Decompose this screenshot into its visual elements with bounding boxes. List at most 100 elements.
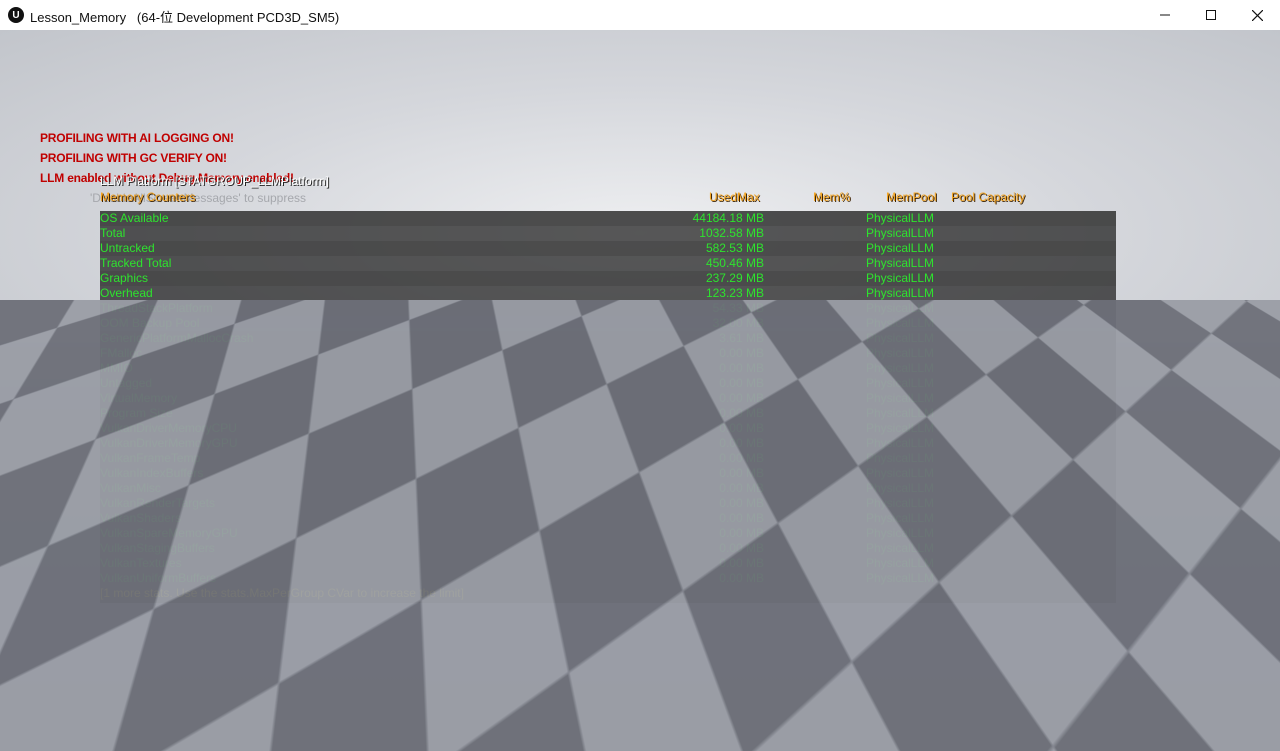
stat-row: VulkanIndexBuffers 0.00 MB PhysicalLLM — [100, 466, 1116, 481]
stat-name: GenericPlatformMallocCrash — [100, 331, 253, 346]
stat-mem-pool: PhysicalLLM — [866, 376, 934, 391]
stat-name: Program Size — [100, 406, 173, 421]
stat-row: OS Available 44184.18 MB PhysicalLLM — [100, 211, 1116, 226]
stat-name: VulkanTextures — [100, 556, 182, 571]
stat-mem-pool: PhysicalLLM — [866, 511, 934, 526]
stat-used-max: 44184.18 MB — [693, 211, 764, 226]
stat-row: FMalloc 0.00 MB PhysicalLLM — [100, 346, 1116, 361]
stat-row: Graphics 237.29 MB PhysicalLLM — [100, 271, 1116, 286]
window-title: Lesson_Memory (64-位 Development PCD3D_SM… — [30, 7, 339, 26]
header-pool-capacity: Pool Capacity — [951, 190, 1025, 204]
stat-name: FMalloc — [100, 346, 142, 361]
stat-mem-pool: PhysicalLLM — [866, 346, 934, 361]
stat-used-max: 0.00 MB — [719, 541, 764, 556]
stat-used-max: 0.00 MB — [719, 436, 764, 451]
stat-name: Overhead — [100, 286, 153, 301]
stat-mem-pool: PhysicalLLM — [866, 286, 934, 301]
stat-row: VulkanTextures 0.00 MB PhysicalLLM — [100, 556, 1116, 571]
stat-name: Untagged — [100, 376, 152, 391]
stat-row: Overhead 123.23 MB PhysicalLLM — [100, 286, 1116, 301]
stat-mem-pool: PhysicalLLM — [866, 256, 934, 271]
stat-name: VulkanDriverMemoryGPU — [100, 436, 238, 451]
stat-row: Tracked Total 450.46 MB PhysicalLLM — [100, 256, 1116, 271]
stat-mem-pool: PhysicalLLM — [866, 436, 934, 451]
minimize-icon — [1160, 10, 1170, 20]
stat-name: VulkanStagingBuffers — [100, 541, 215, 556]
stat-row: MMIO 0.00 MB PhysicalLLM — [100, 361, 1116, 376]
maximize-button[interactable] — [1188, 0, 1234, 30]
stat-row: VulkanShaders 0.00 MB PhysicalLLM — [100, 511, 1116, 526]
stat-row: Total 1032.58 MB PhysicalLLM — [100, 226, 1116, 241]
stat-mem-pool: PhysicalLLM — [866, 361, 934, 376]
stat-used-max: 0.00 MB — [719, 361, 764, 376]
stat-mem-pool: PhysicalLLM — [866, 241, 934, 256]
stat-used-max: 0.00 MB — [719, 376, 764, 391]
stat-mem-pool: PhysicalLLM — [866, 451, 934, 466]
stat-used-max: 582.53 MB — [706, 241, 764, 256]
stat-name: MMIO — [100, 361, 133, 376]
stat-used-max: 0.00 MB — [719, 466, 764, 481]
stat-mem-pool: PhysicalLLM — [866, 481, 934, 496]
stat-mem-pool: PhysicalLLM — [866, 301, 934, 316]
stat-used-max: 0.00 MB — [719, 511, 764, 526]
stat-used-max: 32.00 MB — [713, 316, 764, 331]
close-button[interactable] — [1234, 0, 1280, 30]
stat-row: VulkanUniformBuffers 0.00 MB PhysicalLLM — [100, 571, 1116, 586]
stat-mem-pool: PhysicalLLM — [866, 556, 934, 571]
close-icon — [1252, 10, 1263, 21]
stat-used-max: 1032.58 MB — [699, 226, 764, 241]
stat-name: OS Available — [100, 211, 169, 226]
stat-mem-pool: PhysicalLLM — [866, 331, 934, 346]
stat-name: VirtualMemory — [100, 391, 177, 406]
stat-name: OOM Backup Pool — [100, 316, 199, 331]
stat-row: VulkanMisc 0.00 MB PhysicalLLM — [100, 481, 1116, 496]
stat-name: VulkanShaders — [100, 511, 181, 526]
stat-name: Graphics — [100, 271, 148, 286]
stat-name: Tracked Total — [100, 256, 171, 271]
stat-mem-pool: PhysicalLLM — [866, 421, 934, 436]
stat-used-max: 0.00 MB — [719, 406, 764, 421]
unreal-app-icon: U — [8, 7, 24, 23]
stat-name: VulkanDriverMemoryCPU — [100, 421, 237, 436]
stat-group-title: LLM Platform [STATGROUP_LLMPlatform] — [100, 174, 329, 188]
stat-name: VulkanUniformBuffers — [100, 571, 216, 586]
stat-row: VulkanFrameTemp 0.00 MB PhysicalLLM — [100, 451, 1116, 466]
header-mem-pool: MemPool — [886, 190, 937, 204]
stat-name: VulkanSpareMemoryGPU — [100, 526, 238, 541]
stat-name: ThreadStackPlatform — [100, 301, 213, 316]
warning-ai-logging: PROFILING WITH AI LOGGING ON! — [40, 131, 234, 145]
stat-row: Untagged 0.00 MB PhysicalLLM — [100, 376, 1116, 391]
stat-name: VulkanMisc — [100, 481, 161, 496]
stat-used-max: 123.23 MB — [706, 286, 764, 301]
stat-mem-pool: PhysicalLLM — [866, 406, 934, 421]
stat-mem-pool: PhysicalLLM — [866, 226, 934, 241]
stat-mem-pool: PhysicalLLM — [866, 466, 934, 481]
stat-name: VulkanRenderTargets — [100, 496, 215, 511]
stat-row: ThreadStackPlatform 54.33 MB PhysicalLLM — [100, 301, 1116, 316]
game-viewport[interactable]: PROFILING WITH AI LOGGING ON! PROFILING … — [0, 30, 1280, 751]
stat-mem-pool: PhysicalLLM — [866, 316, 934, 331]
header-mem-percent: Mem% — [813, 190, 850, 204]
stat-used-max: 0.00 MB — [719, 481, 764, 496]
stat-name: VulkanFrameTemp — [100, 451, 200, 466]
stat-used-max: 450.46 MB — [706, 256, 764, 271]
maximize-icon — [1206, 10, 1216, 20]
stat-used-max: 237.29 MB — [706, 271, 764, 286]
stat-row: VulkanRenderTargets 0.00 MB PhysicalLLM — [100, 496, 1116, 511]
stat-used-max: 0.00 MB — [719, 571, 764, 586]
stat-used-max: 54.33 MB — [713, 301, 764, 316]
minimize-button[interactable] — [1142, 0, 1188, 30]
stat-row: VirtualMemory 0.00 MB PhysicalLLM — [100, 391, 1116, 406]
memory-stats-table: OS Available 44184.18 MB PhysicalLLM Total 1… — [100, 211, 1116, 603]
stat-row: VulkanDriverMemoryCPU 0.00 MB PhysicalLLM — [100, 421, 1116, 436]
window-titlebar[interactable]: U Lesson_Memory (64-位 Development PCD3D_… — [0, 0, 1280, 30]
stat-mem-pool: PhysicalLLM — [866, 541, 934, 556]
stat-mem-pool: PhysicalLLM — [866, 571, 934, 586]
more-stats-text: [1 more stats. Use the stats.MaxPerGroup… — [100, 586, 464, 601]
stat-row: Untracked 582.53 MB PhysicalLLM — [100, 241, 1116, 256]
stat-row: OOM Backup Pool 32.00 MB PhysicalLLM — [100, 316, 1116, 331]
stat-mem-pool: PhysicalLLM — [866, 391, 934, 406]
stat-used-max: 0.00 MB — [719, 496, 764, 511]
more-stats-note: [1 more stats. Use the stats.MaxPerGroup… — [100, 586, 1116, 603]
stat-name: Total — [100, 226, 125, 241]
